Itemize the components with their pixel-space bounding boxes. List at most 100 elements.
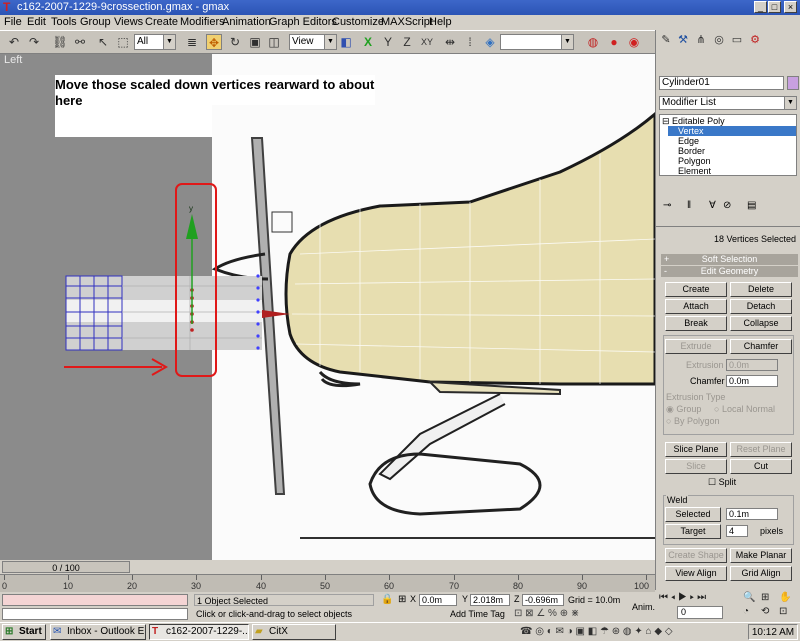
minimize-button[interactable]: _	[754, 1, 767, 13]
weld-selected-button[interactable]: Selected	[665, 507, 721, 522]
array-icon[interactable]: ⁞	[462, 34, 478, 50]
start-button[interactable]: ⊞ Start	[2, 624, 46, 640]
hierarchy-tab-icon[interactable]: ⋔	[694, 33, 708, 47]
menu-views[interactable]: Views	[114, 15, 143, 30]
view-align-button[interactable]: View Align	[665, 566, 727, 581]
quick-render-icon[interactable]: ◉	[626, 34, 642, 50]
slice-plane-button[interactable]: Slice Plane	[665, 442, 727, 457]
gizmo-y-arrow-icon[interactable]	[186, 214, 198, 239]
zoom-extents-icon[interactable]: ⊞	[761, 592, 769, 603]
stack-item-edge[interactable]: Edge	[678, 136, 699, 146]
show-end-result-icon[interactable]: ‖	[687, 200, 691, 211]
viewport-label[interactable]: Left	[4, 54, 22, 66]
maximize-viewport-icon[interactable]: ⊡	[779, 606, 787, 617]
axis-constraint-xy-icon[interactable]: XY	[419, 34, 435, 50]
reference-coordinate-dropdown[interactable]: View ▼	[289, 34, 337, 50]
by-polygon-radio[interactable]: ○ By Polygon	[666, 416, 719, 426]
axis-constraint-z-icon[interactable]: Z	[399, 34, 415, 50]
pin-stack-icon[interactable]: ⊸	[663, 200, 671, 211]
extrude-button[interactable]: Extrude	[665, 339, 727, 354]
make-unique-icon[interactable]: ∀	[709, 200, 716, 211]
axis-constraint-y-icon[interactable]: Y	[380, 34, 396, 50]
undo-icon[interactable]: ↶	[6, 34, 22, 50]
menu-tools[interactable]: Tools	[51, 15, 77, 30]
weld-target-button[interactable]: Target	[665, 524, 721, 539]
add-time-tag-button[interactable]: Add Time Tag	[450, 608, 510, 620]
select-and-squash-icon[interactable]: ◫	[266, 34, 282, 50]
stack-item-border[interactable]: Border	[678, 146, 705, 156]
chamfer-spinner[interactable]: 0.0m	[726, 375, 778, 387]
align-icon[interactable]: ◈	[482, 34, 498, 50]
redo-icon[interactable]: ↷	[26, 34, 42, 50]
create-button[interactable]: Create	[665, 282, 727, 297]
create-tab-icon[interactable]: ✎	[659, 33, 673, 47]
menu-file[interactable]: File	[4, 15, 22, 30]
taskbar-gmax[interactable]: T c162-2007-1229-...	[149, 624, 249, 640]
select-and-move-icon[interactable]: ✥	[206, 34, 222, 50]
region-select-icon[interactable]: ⬚	[115, 34, 131, 50]
make-planar-button[interactable]: Make Planar	[730, 548, 792, 563]
attach-button[interactable]: Attach	[665, 299, 727, 314]
reset-plane-button[interactable]: Reset Plane	[730, 442, 792, 457]
display-tab-icon[interactable]: ▭	[730, 33, 744, 47]
detach-button[interactable]: Detach	[730, 299, 792, 314]
menu-group[interactable]: Group	[80, 15, 111, 30]
collapse-button[interactable]: Collapse	[730, 316, 792, 331]
split-checkbox[interactable]: ☐ Split	[708, 477, 736, 488]
snap-toggle-icons[interactable]: ⊡ ⊠ ∠ % ⊕ ⋇	[514, 608, 634, 620]
modify-tab-icon[interactable]: ⚒	[676, 33, 690, 47]
pivot-center-icon[interactable]: ◧	[338, 34, 354, 50]
modifier-list-dropdown[interactable]: Modifier List ▼	[659, 96, 797, 110]
time-slider[interactable]: 0 / 100	[2, 561, 130, 573]
configure-modifier-sets-icon[interactable]: ▤	[747, 200, 756, 211]
zoom-icon[interactable]: 🔍	[743, 592, 755, 603]
close-button[interactable]: ×	[784, 1, 797, 13]
weld-threshold-spinner[interactable]: 0.1m	[726, 508, 778, 520]
menu-customize[interactable]: Customize	[332, 15, 384, 30]
select-object-icon[interactable]: ↖	[95, 34, 111, 50]
taskbar-citx[interactable]: ▰ CitX	[252, 624, 336, 640]
system-tray-icons[interactable]: ☎ ◎ ◐ ✉ ◑ ▣ ◧ ☂ ⊛ ◍ ✦ ⌂ ◆ ◇	[520, 624, 748, 640]
grid-align-button[interactable]: Grid Align	[730, 566, 792, 581]
taskbar-outlook[interactable]: ✉ Inbox - Outlook E...	[50, 624, 146, 640]
stack-item-element[interactable]: Element	[678, 166, 711, 176]
mirror-icon[interactable]: ⇹	[442, 34, 458, 50]
object-name-field[interactable]: Cylinder01	[659, 76, 784, 90]
pan-icon[interactable]: ✋	[779, 592, 791, 603]
named-selection-dropdown[interactable]: ▼	[500, 34, 574, 50]
local-normal-radio[interactable]: ○ Local Normal	[714, 404, 775, 414]
absolute-mode-icon[interactable]: ⊞	[398, 594, 406, 605]
menu-graph-editors[interactable]: Graph Editors	[269, 15, 337, 30]
arc-rotate-icon[interactable]: ⟲	[761, 606, 769, 617]
stack-item-vertex[interactable]: Vertex	[668, 126, 796, 136]
edit-geometry-rollout[interactable]: - Edit Geometry	[661, 266, 798, 277]
stack-item-polygon[interactable]: Polygon	[678, 156, 711, 166]
axis-constraint-x-icon[interactable]: X	[360, 34, 376, 50]
menu-animation[interactable]: Animation	[222, 15, 271, 30]
slice-button[interactable]: Slice	[665, 459, 727, 474]
target-pixels-spinner[interactable]: 4	[726, 525, 748, 537]
animate-mode-button[interactable]: Anim.	[632, 594, 655, 620]
menu-maxscript[interactable]: MAXScript	[381, 15, 433, 30]
left-viewport[interactable]: y Left Move those scaled down vertices r…	[0, 54, 655, 560]
soft-selection-rollout[interactable]: + Soft Selection	[661, 254, 798, 265]
break-button[interactable]: Break	[665, 316, 727, 331]
x-coord-field[interactable]: 0.0m	[419, 594, 457, 606]
remove-modifier-icon[interactable]: ⊘	[723, 200, 731, 211]
chamfer-button[interactable]: Chamfer	[730, 339, 792, 354]
current-frame-field[interactable]: 0	[677, 606, 723, 619]
y-coord-field[interactable]: 2.018m	[470, 594, 510, 606]
maxscript-input[interactable]	[2, 608, 188, 620]
utilities-tab-icon[interactable]: ⚙	[748, 33, 762, 47]
lock-selection-icon[interactable]: 🔒	[381, 594, 393, 605]
select-and-link-icon[interactable]: ⛓	[52, 34, 68, 50]
modifier-stack[interactable]: ⊟ Editable Poly Vertex Edge Border Polyg…	[659, 114, 797, 176]
maxscript-listener-mini[interactable]	[2, 594, 188, 606]
material-editor-icon[interactable]: ◍	[585, 34, 601, 50]
z-coord-field[interactable]: -0.696m	[522, 594, 564, 606]
selection-filter-dropdown[interactable]: All ▼	[134, 34, 176, 50]
unlink-icon[interactable]: ⚯	[72, 34, 88, 50]
menu-modifiers[interactable]: Modifiers	[180, 15, 225, 30]
delete-button[interactable]: Delete	[730, 282, 792, 297]
select-by-name-icon[interactable]: ≣	[184, 34, 200, 50]
